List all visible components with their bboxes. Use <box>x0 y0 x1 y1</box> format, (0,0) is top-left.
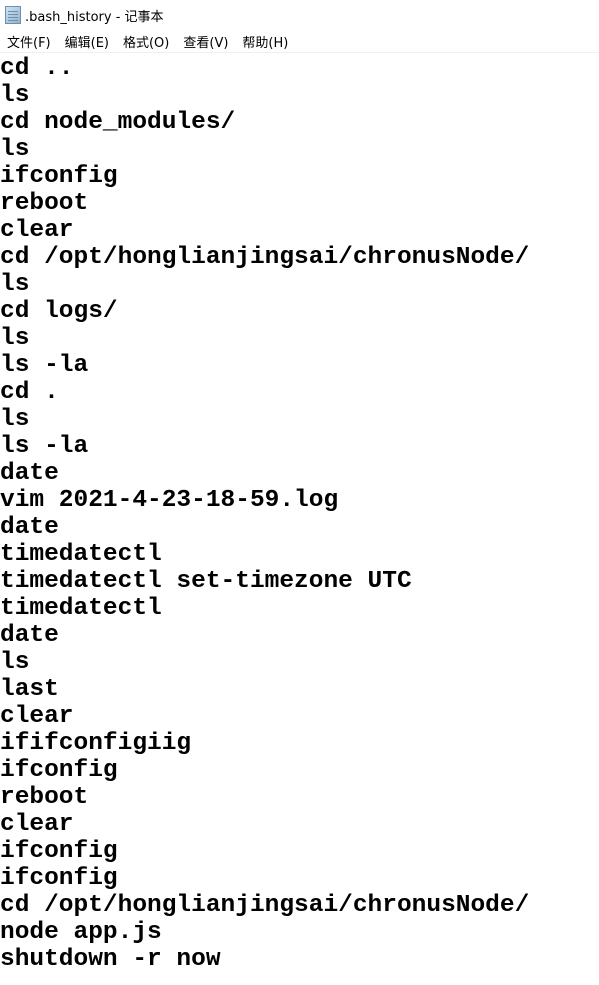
menu-edit[interactable]: 编辑(E) <box>58 32 116 51</box>
text-line: ls <box>0 325 30 352</box>
text-line: clear <box>0 703 74 730</box>
text-line: node app.js <box>0 919 162 946</box>
text-line: ls -la <box>0 352 89 379</box>
notepad-icon <box>5 6 21 24</box>
text-line: ifconfig <box>0 865 118 892</box>
title-bar: .bash_history - 记事本 <box>0 0 599 30</box>
text-line: vim 2021-4-23-18-59.log <box>0 487 339 514</box>
text-line: clear <box>0 811 74 838</box>
text-line: ls <box>0 136 30 163</box>
text-line: clear <box>0 217 74 244</box>
text-line: ls <box>0 82 30 109</box>
text-line: reboot <box>0 784 89 811</box>
text-line: ififconfigiig <box>0 730 192 757</box>
menu-format[interactable]: 格式(O) <box>116 32 176 51</box>
text-line: timedatectl set-timezone UTC <box>0 568 412 595</box>
text-line: last <box>0 676 59 703</box>
text-editor[interactable]: cd .. ls cd node_modules/ls ifconfig reboot c… <box>0 55 599 985</box>
menu-help[interactable]: 帮助(H) <box>235 32 295 51</box>
menu-bar: 文件(F) 编辑(E) 格式(O) 查看(V) 帮助(H) <box>0 30 599 53</box>
text-line: cd /opt/honglianjingsai/chronusNode/ <box>0 244 530 271</box>
text-line: timedatectl <box>0 595 162 622</box>
text-line: ifconfig <box>0 163 118 190</box>
menu-view[interactable]: 查看(V) <box>176 32 235 51</box>
text-line: date <box>0 460 59 487</box>
text-line: ls <box>0 271 30 298</box>
text-line: cd /opt/honglianjingsai/chronusNode/ <box>0 892 530 919</box>
text-line: ls -la <box>0 433 89 460</box>
text-line: ifconfig <box>0 838 118 865</box>
menu-file[interactable]: 文件(F) <box>0 32 58 51</box>
text-line: ls <box>0 649 30 676</box>
text-line: cd node_modules/ <box>0 109 236 136</box>
text-line: timedatectl <box>0 541 162 568</box>
text-line: shutdown -r now <box>0 946 221 973</box>
text-line: date <box>0 622 59 649</box>
text-line: cd .. <box>0 55 74 82</box>
window-title: .bash_history - 记事本 <box>25 9 164 25</box>
text-line: date <box>0 514 59 541</box>
text-line: reboot <box>0 190 89 217</box>
text-line: ls <box>0 406 30 433</box>
text-line: cd . <box>0 379 59 406</box>
text-line: cd logs/ <box>0 298 118 325</box>
text-line: ifconfig <box>0 757 118 784</box>
